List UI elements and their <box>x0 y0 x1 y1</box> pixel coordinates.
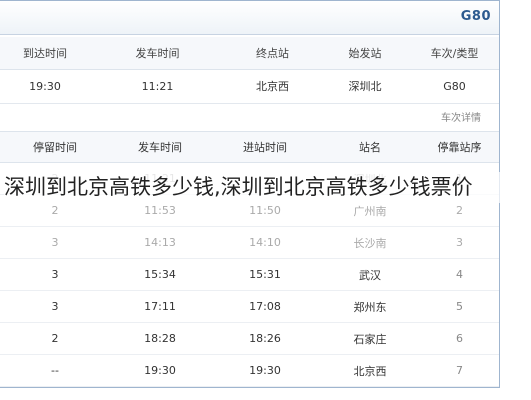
stop-departure: 18:28 <box>110 322 210 355</box>
stop-departure: 15:34 <box>110 258 210 291</box>
stop-departure: 17:11 <box>110 290 210 323</box>
header-train-type: 车次/类型 <box>410 37 499 70</box>
header-terminal-station: 终点站 <box>225 37 320 70</box>
detail-section-label: 车次详情 <box>441 113 481 124</box>
stop-duration: -- <box>0 354 110 387</box>
table-row: 3 17:11 17:08 郑州东 5 <box>0 290 499 323</box>
stop-detail-table: 停留时间 发车时间 进站时间 站名 停靠站序 2 11:21 深圳北 1 2 1… <box>0 131 499 387</box>
stop-order: 5 <box>420 290 499 323</box>
summary-header-row: 到达时间 发车时间 终点站 始发站 车次/类型 <box>0 37 499 70</box>
stop-duration: 3 <box>0 258 110 291</box>
summary-train-code: G80 <box>443 79 466 93</box>
stop-arrival: 17:08 <box>210 290 320 323</box>
station-name: 石家庄 <box>320 322 420 355</box>
stop-order: 4 <box>420 258 499 291</box>
overlay-caption: 深圳到北京高铁多少钱,深圳到北京高铁多少钱票价 <box>4 172 529 203</box>
header-arrival-time: 到达时间 <box>0 37 90 70</box>
panel-titlebar: G80 <box>0 1 499 35</box>
section-divider <box>0 103 499 104</box>
stop-order: 7 <box>420 354 499 387</box>
stop-duration: 3 <box>0 226 110 259</box>
stop-arrival: 19:30 <box>210 354 320 387</box>
table-row: 3 15:34 15:31 武汉 4 <box>0 258 499 291</box>
station-name: 长沙南 <box>320 226 420 259</box>
detail-header-row: 停留时间 发车时间 进站时间 站名 停靠站序 <box>0 131 499 163</box>
summary-arrival-time: 19:30 <box>29 79 61 93</box>
station-name: 北京西 <box>320 354 420 387</box>
summary-terminal-station: 北京西 <box>256 80 289 93</box>
summary-departure-time: 11:21 <box>141 79 174 93</box>
station-name: 郑州东 <box>320 290 420 323</box>
header-departure-time: 发车时间 <box>90 37 225 70</box>
stop-order: 6 <box>420 322 499 355</box>
header-stop-duration: 停留时间 <box>0 131 110 163</box>
table-row: 2 18:28 18:26 石家庄 6 <box>0 322 499 355</box>
stop-duration: 3 <box>0 290 110 323</box>
stop-order: 3 <box>420 226 499 259</box>
stop-departure: 19:30 <box>110 354 210 387</box>
stop-arrival: 15:31 <box>210 258 320 291</box>
train-summary-table: 到达时间 发车时间 终点站 始发站 车次/类型 19:30 11:21 北京西 … <box>0 37 499 102</box>
header-stop-arrival: 进站时间 <box>210 131 320 163</box>
summary-origin-station: 深圳北 <box>348 80 382 93</box>
station-name: 武汉 <box>320 258 420 291</box>
header-stop-departure: 发车时间 <box>110 131 210 163</box>
train-code-title: G80 <box>460 9 491 24</box>
table-row: -- 19:30 19:30 北京西 7 <box>0 354 499 387</box>
stop-duration: 2 <box>0 322 110 355</box>
header-origin-station: 始发站 <box>320 37 410 70</box>
stop-departure: 14:13 <box>110 226 210 259</box>
stop-arrival: 14:10 <box>210 226 320 259</box>
summary-row: 19:30 11:21 北京西 深圳北 G80 <box>0 70 499 103</box>
header-station-name: 站名 <box>320 131 420 163</box>
table-row: 3 14:13 14:10 长沙南 3 <box>0 226 499 259</box>
header-stop-order: 停靠站序 <box>420 131 499 163</box>
stop-arrival: 18:26 <box>210 322 320 355</box>
